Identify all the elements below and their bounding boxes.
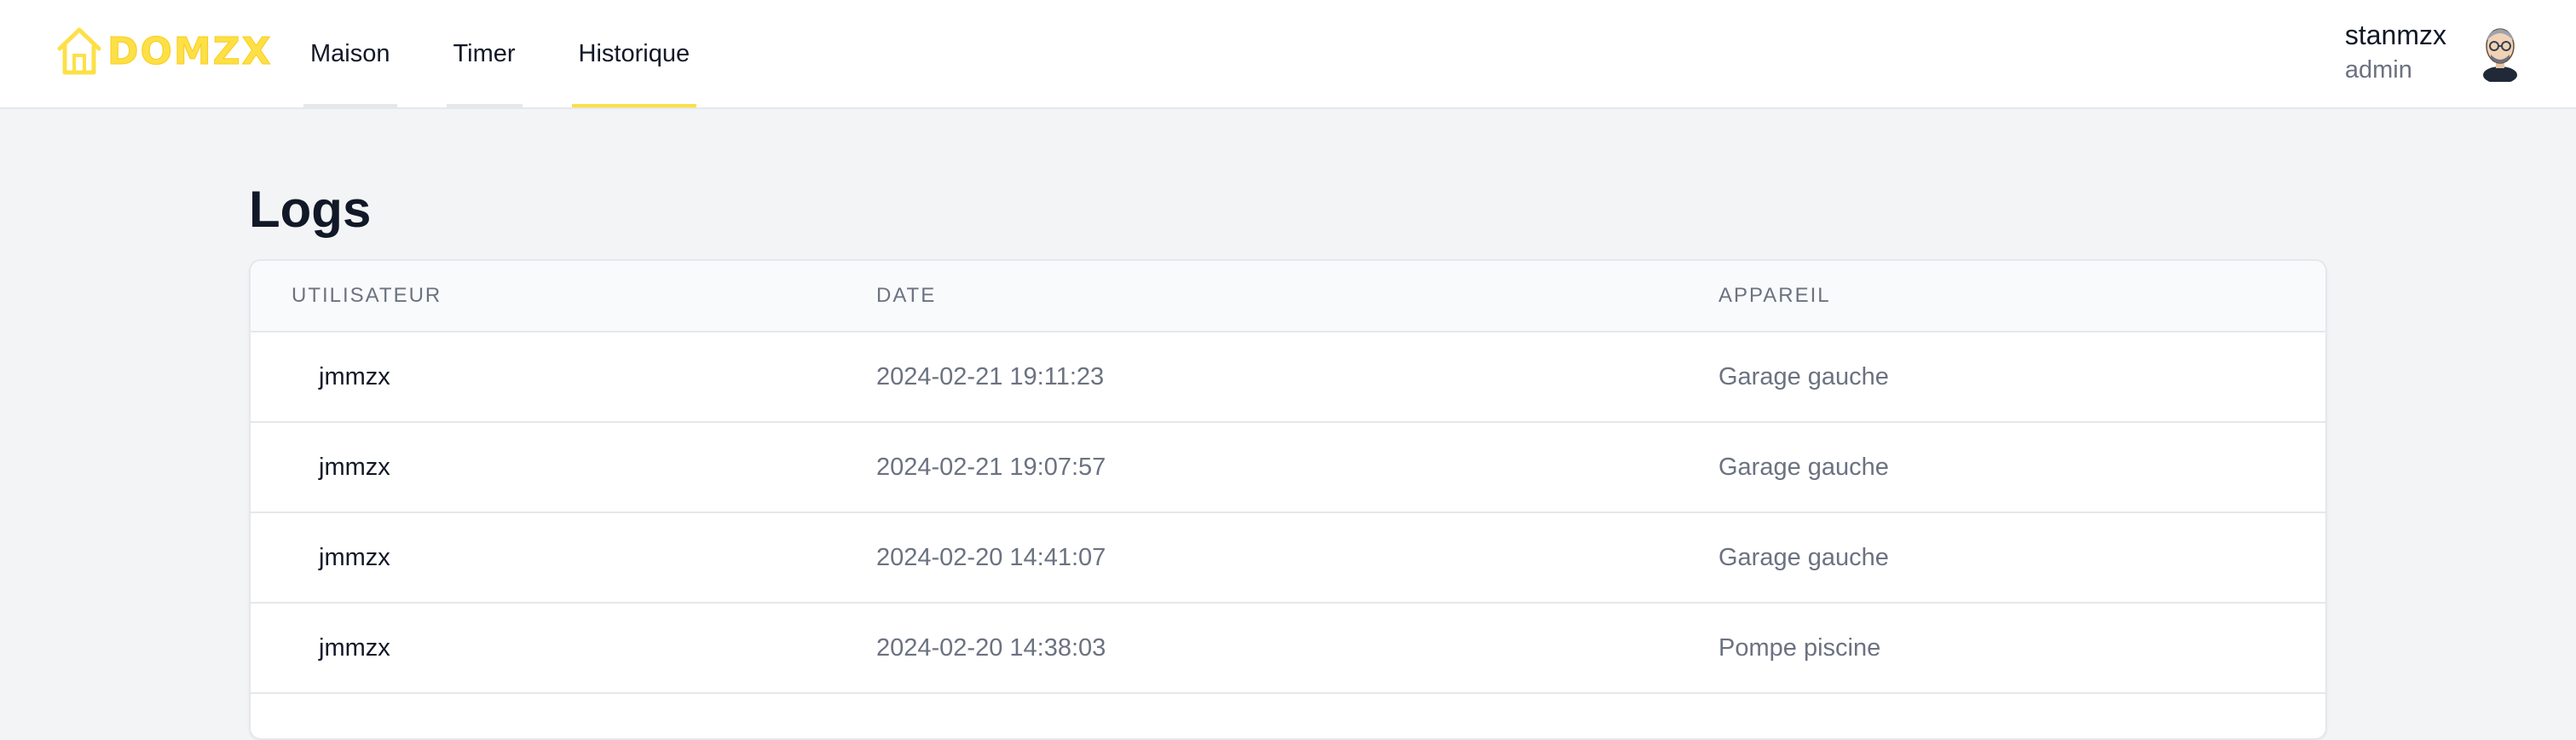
tab-historique[interactable]: Historique	[571, 0, 697, 107]
column-header-date: DATE	[876, 284, 937, 307]
cell-device: Pompe piscine	[1718, 634, 1881, 662]
cell-date: 2024-02-21 19:07:57	[876, 454, 1106, 481]
brand-logo[interactable]: DOMZX	[55, 24, 273, 78]
top-navigation-bar: DOMZX Maison Timer Historique stanmzx ad…	[0, 0, 2576, 109]
table-row: jmmzx 2024-02-21 19:07:57 Garage gauche	[251, 423, 2325, 513]
column-header-device: APPAREIL	[1718, 284, 1831, 307]
cell-date: 2024-02-20 14:41:07	[876, 544, 1106, 571]
user-info[interactable]: stanmzx admin	[2345, 17, 2446, 87]
cell-user: jmmzx	[319, 544, 390, 571]
column-header-user: UTILISATEUR	[292, 284, 442, 307]
cell-device: Garage gauche	[1718, 454, 1889, 481]
table-row: jmmzx 2024-02-20 14:41:07 Garage gauche	[251, 513, 2325, 604]
user-avatar[interactable]	[2477, 24, 2523, 82]
brand-name: DOMZX	[107, 29, 273, 73]
cell-date: 2024-02-21 19:11:23	[876, 363, 1105, 390]
table-header: UTILISATEUR DATE APPAREIL	[251, 261, 2325, 332]
tab-underline	[446, 104, 523, 107]
tab-underline	[303, 104, 397, 107]
tab-underline-active	[571, 104, 697, 107]
tab-label: Maison	[310, 39, 390, 67]
tab-label: Historique	[578, 39, 690, 67]
logs-table: UTILISATEUR DATE APPAREIL jmmzx 2024-02-…	[249, 259, 2327, 740]
page-title: Logs	[249, 181, 372, 238]
tab-maison[interactable]: Maison	[303, 0, 397, 107]
table-row: jmmzx 2024-02-21 19:11:23 Garage gauche	[251, 332, 2325, 423]
tab-label: Timer	[453, 39, 516, 67]
table-row: jmmzx 2024-02-20 14:38:03 Pompe piscine	[251, 604, 2325, 694]
main-nav: Maison Timer Historique	[303, 0, 697, 107]
user-role: admin	[2344, 56, 2412, 84]
cell-user: jmmzx	[319, 454, 390, 481]
cell-user: jmmzx	[319, 634, 390, 662]
cell-device: Garage gauche	[1718, 544, 1889, 571]
cell-user: jmmzx	[319, 363, 390, 390]
cell-device: Garage gauche	[1718, 363, 1889, 390]
tab-timer[interactable]: Timer	[446, 0, 523, 107]
house-icon	[57, 27, 101, 75]
user-name: stanmzx	[2344, 20, 2446, 50]
cell-date: 2024-02-20 14:38:03	[876, 634, 1106, 662]
